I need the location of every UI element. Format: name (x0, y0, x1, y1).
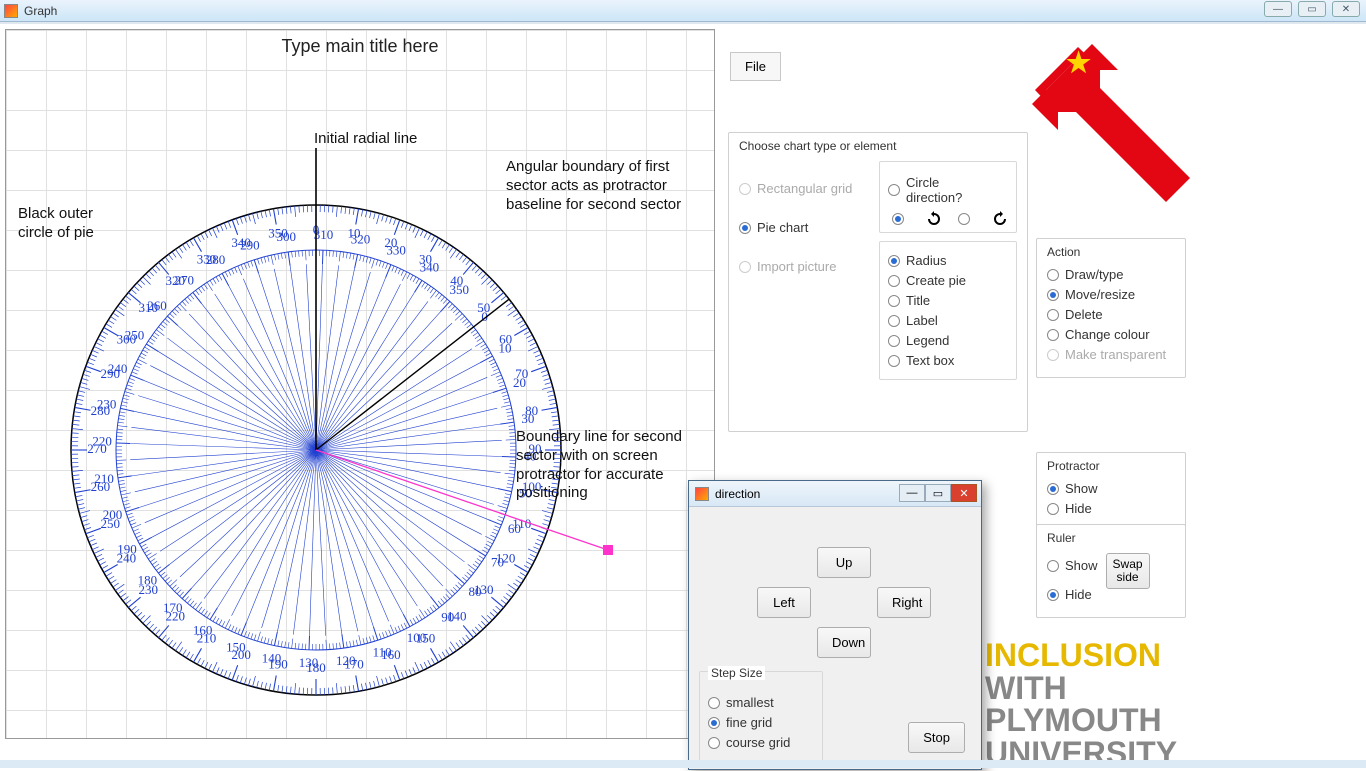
status-bar (0, 760, 1366, 768)
chart-canvas[interactable]: Type main title here 0102030405060708090… (5, 29, 715, 739)
radio-label[interactable]: Label (888, 313, 1008, 328)
svg-text:290: 290 (240, 237, 260, 252)
radio-smallest[interactable]: smallest (708, 695, 814, 710)
svg-text:170: 170 (163, 600, 183, 615)
left-button[interactable]: Left (757, 587, 811, 618)
radio-make-transparent[interactable]: Make transparent (1047, 347, 1175, 362)
svg-text:10: 10 (498, 341, 511, 356)
maximize-button[interactable]: ▭ (1298, 1, 1326, 17)
circle-direction-label: Circle direction? (888, 175, 1008, 205)
radio-course-grid[interactable]: course grid (708, 735, 814, 750)
svg-text:340: 340 (420, 260, 440, 275)
radio-delete[interactable]: Delete (1047, 307, 1175, 322)
svg-text:130: 130 (299, 655, 319, 670)
svg-text:180: 180 (138, 573, 158, 588)
svg-text:350: 350 (449, 282, 469, 297)
radio-textbox[interactable]: Text box (888, 353, 1008, 368)
svg-text:140: 140 (262, 650, 282, 665)
svg-text:A: A (1100, 75, 1130, 105)
svg-text:30: 30 (521, 411, 534, 426)
radio-import-picture[interactable]: Import picture (739, 259, 869, 274)
svg-text:190: 190 (117, 541, 137, 556)
action-title: Action (1047, 245, 1175, 259)
radio-change-colour[interactable]: Change colour (1047, 327, 1175, 342)
radio-fine-grid[interactable]: fine grid (708, 715, 814, 730)
right-button[interactable]: Right (877, 587, 931, 618)
choose-chart-title: Choose chart type or element (739, 139, 1017, 153)
svg-text:320: 320 (351, 232, 371, 247)
annot-black-outer: Black outer circle of pie (18, 205, 94, 243)
aro-logo: ★ A R O (1030, 42, 1200, 212)
dialog-maximize-button[interactable]: ▭ (925, 484, 951, 502)
radio-protractor-hide[interactable]: Hide (1047, 501, 1175, 516)
radio-move-resize[interactable]: Move/resize (1047, 287, 1175, 302)
file-menu-button[interactable]: File (730, 52, 781, 81)
svg-text:230: 230 (97, 396, 117, 411)
swap-side-button[interactable]: Swap side (1106, 553, 1150, 589)
radio-title[interactable]: Title (888, 293, 1008, 308)
up-button[interactable]: Up (817, 547, 871, 578)
svg-text:120: 120 (336, 653, 356, 668)
svg-text:220: 220 (92, 434, 112, 449)
svg-text:110: 110 (373, 645, 392, 660)
ruler-panel: Ruler Show Hide Swap side (1036, 524, 1186, 618)
dialog-minimize-button[interactable]: — (899, 484, 925, 502)
svg-text:60: 60 (508, 521, 521, 536)
minimize-button[interactable]: — (1264, 1, 1292, 17)
svg-text:240: 240 (108, 361, 128, 376)
stop-button[interactable]: Stop (908, 722, 965, 753)
svg-text:210: 210 (94, 471, 114, 486)
dialog-close-button[interactable]: ✕ (951, 484, 977, 502)
radio-protractor-show[interactable]: Show (1047, 481, 1175, 496)
protractor-title: Protractor (1047, 459, 1175, 473)
svg-text:260: 260 (147, 298, 167, 313)
branding-text: INCLUSION WITH PLYMOUTH UNIVERSITY (985, 639, 1177, 770)
svg-text:200: 200 (103, 507, 123, 522)
svg-text:R: R (1126, 102, 1155, 131)
svg-text:90: 90 (441, 610, 454, 625)
annot-initial-radial: Initial radial line (314, 130, 417, 149)
svg-text:250: 250 (125, 328, 145, 343)
radio-pie-chart[interactable]: Pie chart (739, 220, 869, 235)
radio-rect-grid[interactable]: Rectangular grid (739, 181, 869, 196)
close-button[interactable]: ✕ (1332, 1, 1360, 17)
radio-create-pie[interactable]: Create pie (888, 273, 1008, 288)
annot-boundary-second: Boundary line for second sector with on … (516, 428, 682, 503)
choose-chart-panel: Choose chart type or element Rectangular… (728, 132, 1028, 432)
radio-radius[interactable]: Radius (888, 253, 1008, 268)
down-button[interactable]: Down (817, 627, 871, 658)
svg-text:300: 300 (276, 229, 296, 244)
ccw-icon (992, 211, 1008, 227)
svg-text:280: 280 (206, 252, 226, 267)
svg-text:100: 100 (407, 630, 427, 645)
protractor-panel: Protractor Show Hide (1036, 452, 1186, 532)
annot-angular-boundary: Angular boundary of first sector acts as… (506, 158, 681, 214)
svg-text:80: 80 (469, 584, 482, 599)
radio-ruler-show[interactable]: Show (1047, 558, 1098, 573)
radio-ccw[interactable] (958, 213, 970, 225)
radio-cw[interactable] (892, 213, 904, 225)
direction-dialog-title: direction (715, 487, 760, 501)
svg-text:160: 160 (193, 622, 213, 637)
radio-legend[interactable]: Legend (888, 333, 1008, 348)
direction-dialog[interactable]: direction — ▭ ✕ Up Left Right Down Step … (688, 480, 982, 770)
svg-text:★: ★ (1066, 47, 1091, 78)
ruler-title: Ruler (1047, 531, 1175, 545)
window-titlebar: Graph — ▭ ✕ (0, 0, 1366, 22)
step-size-title: Step Size (708, 666, 765, 680)
dialog-app-icon (695, 487, 709, 501)
svg-text:150: 150 (226, 639, 246, 654)
radio-draw-type[interactable]: Draw/type (1047, 267, 1175, 282)
svg-text:270: 270 (174, 272, 194, 287)
radio-ruler-hide[interactable]: Hide (1047, 587, 1098, 602)
cw-icon (926, 211, 942, 227)
svg-text:70: 70 (491, 554, 504, 569)
svg-text:20: 20 (513, 375, 526, 390)
window-title: Graph (24, 4, 57, 18)
svg-text:330: 330 (386, 243, 406, 258)
svg-text:O: O (1154, 130, 1184, 160)
action-panel: Action Draw/type Move/resize Delete Chan… (1036, 238, 1186, 378)
app-icon (4, 4, 18, 18)
direction-dialog-titlebar[interactable]: direction — ▭ ✕ (689, 481, 981, 507)
